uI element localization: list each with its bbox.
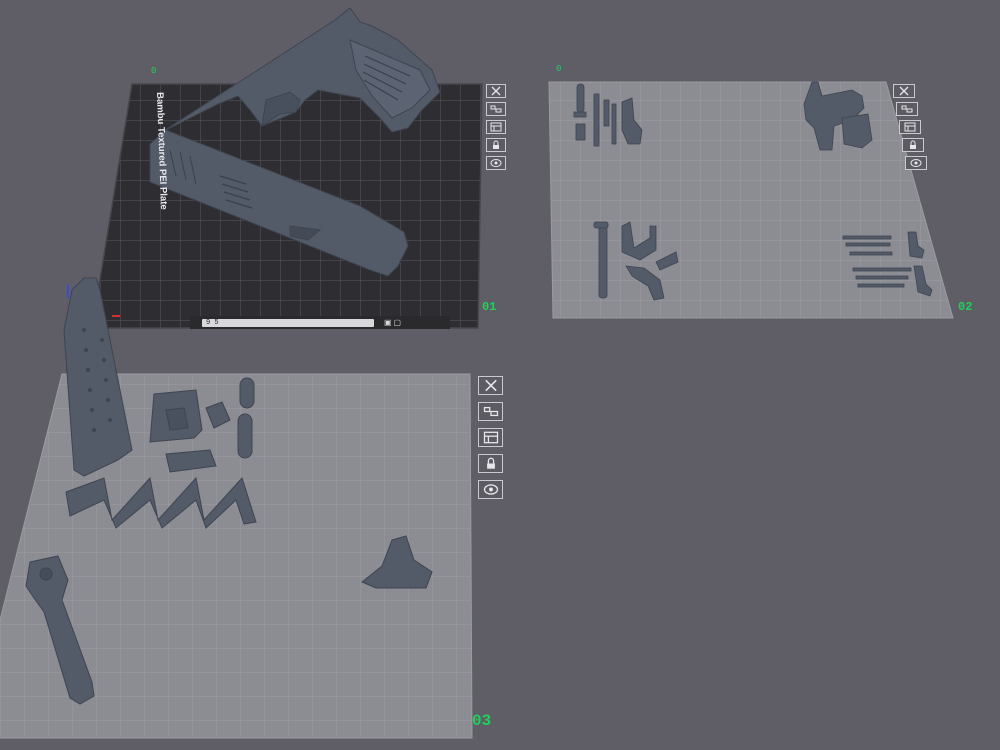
plate-01-delete-button[interactable]: [486, 84, 506, 98]
plate-01-number: 01: [482, 300, 497, 314]
plate-02-number: 02: [958, 300, 973, 314]
plate-02-settings-button[interactable]: [899, 120, 921, 134]
plate-03-settings-button[interactable]: [478, 428, 503, 447]
plate-01-lock-button[interactable]: [486, 138, 506, 152]
layout-icon: [904, 122, 916, 132]
plate-01-type-code: 9 5: [206, 318, 219, 327]
plate-01-status-icons: ▣▢: [384, 318, 404, 327]
plate-01-origin-marker: 0: [151, 66, 157, 76]
close-icon: [491, 86, 501, 96]
plate-03-delete-button[interactable]: [478, 376, 503, 395]
plate-03-toolbar: [478, 376, 503, 499]
layout-icon: [490, 122, 502, 132]
arrange-icon: [901, 105, 913, 113]
close-icon: [899, 86, 909, 96]
lock-icon: [486, 457, 495, 469]
plate-01-info-bar[interactable]: 9 5 ▣▢: [190, 316, 450, 329]
plate-01-settings-button[interactable]: [486, 120, 506, 134]
lock-icon: [910, 140, 916, 149]
plate-02-origin-marker: 0: [556, 64, 562, 74]
eye-icon: [910, 159, 922, 167]
plate-02-lock-button[interactable]: [902, 138, 924, 152]
close-icon: [484, 379, 497, 392]
plate-01-slice-button[interactable]: [486, 156, 506, 170]
arrange-icon: [490, 105, 502, 113]
eye-icon: [490, 159, 502, 167]
plate-02-toolbar: [893, 84, 927, 170]
lock-icon: [493, 140, 499, 149]
layout-icon: [483, 431, 498, 444]
plate-03-number: 03: [472, 712, 492, 730]
plate-01-toolbar: [486, 84, 506, 170]
plate-03-arrange-button[interactable]: [478, 402, 503, 421]
plate-02-slice-button[interactable]: [905, 156, 927, 170]
eye-icon: [483, 484, 498, 495]
plate-02-arrange-button[interactable]: [896, 102, 918, 116]
plate-03-slice-button[interactable]: [478, 480, 503, 499]
plate-01-arrange-button[interactable]: [486, 102, 506, 116]
plate-03-lock-button[interactable]: [478, 454, 503, 473]
plate-02-delete-button[interactable]: [893, 84, 915, 98]
arrange-icon: [483, 406, 498, 417]
plate-01-name-field[interactable]: 9 5: [202, 318, 374, 327]
